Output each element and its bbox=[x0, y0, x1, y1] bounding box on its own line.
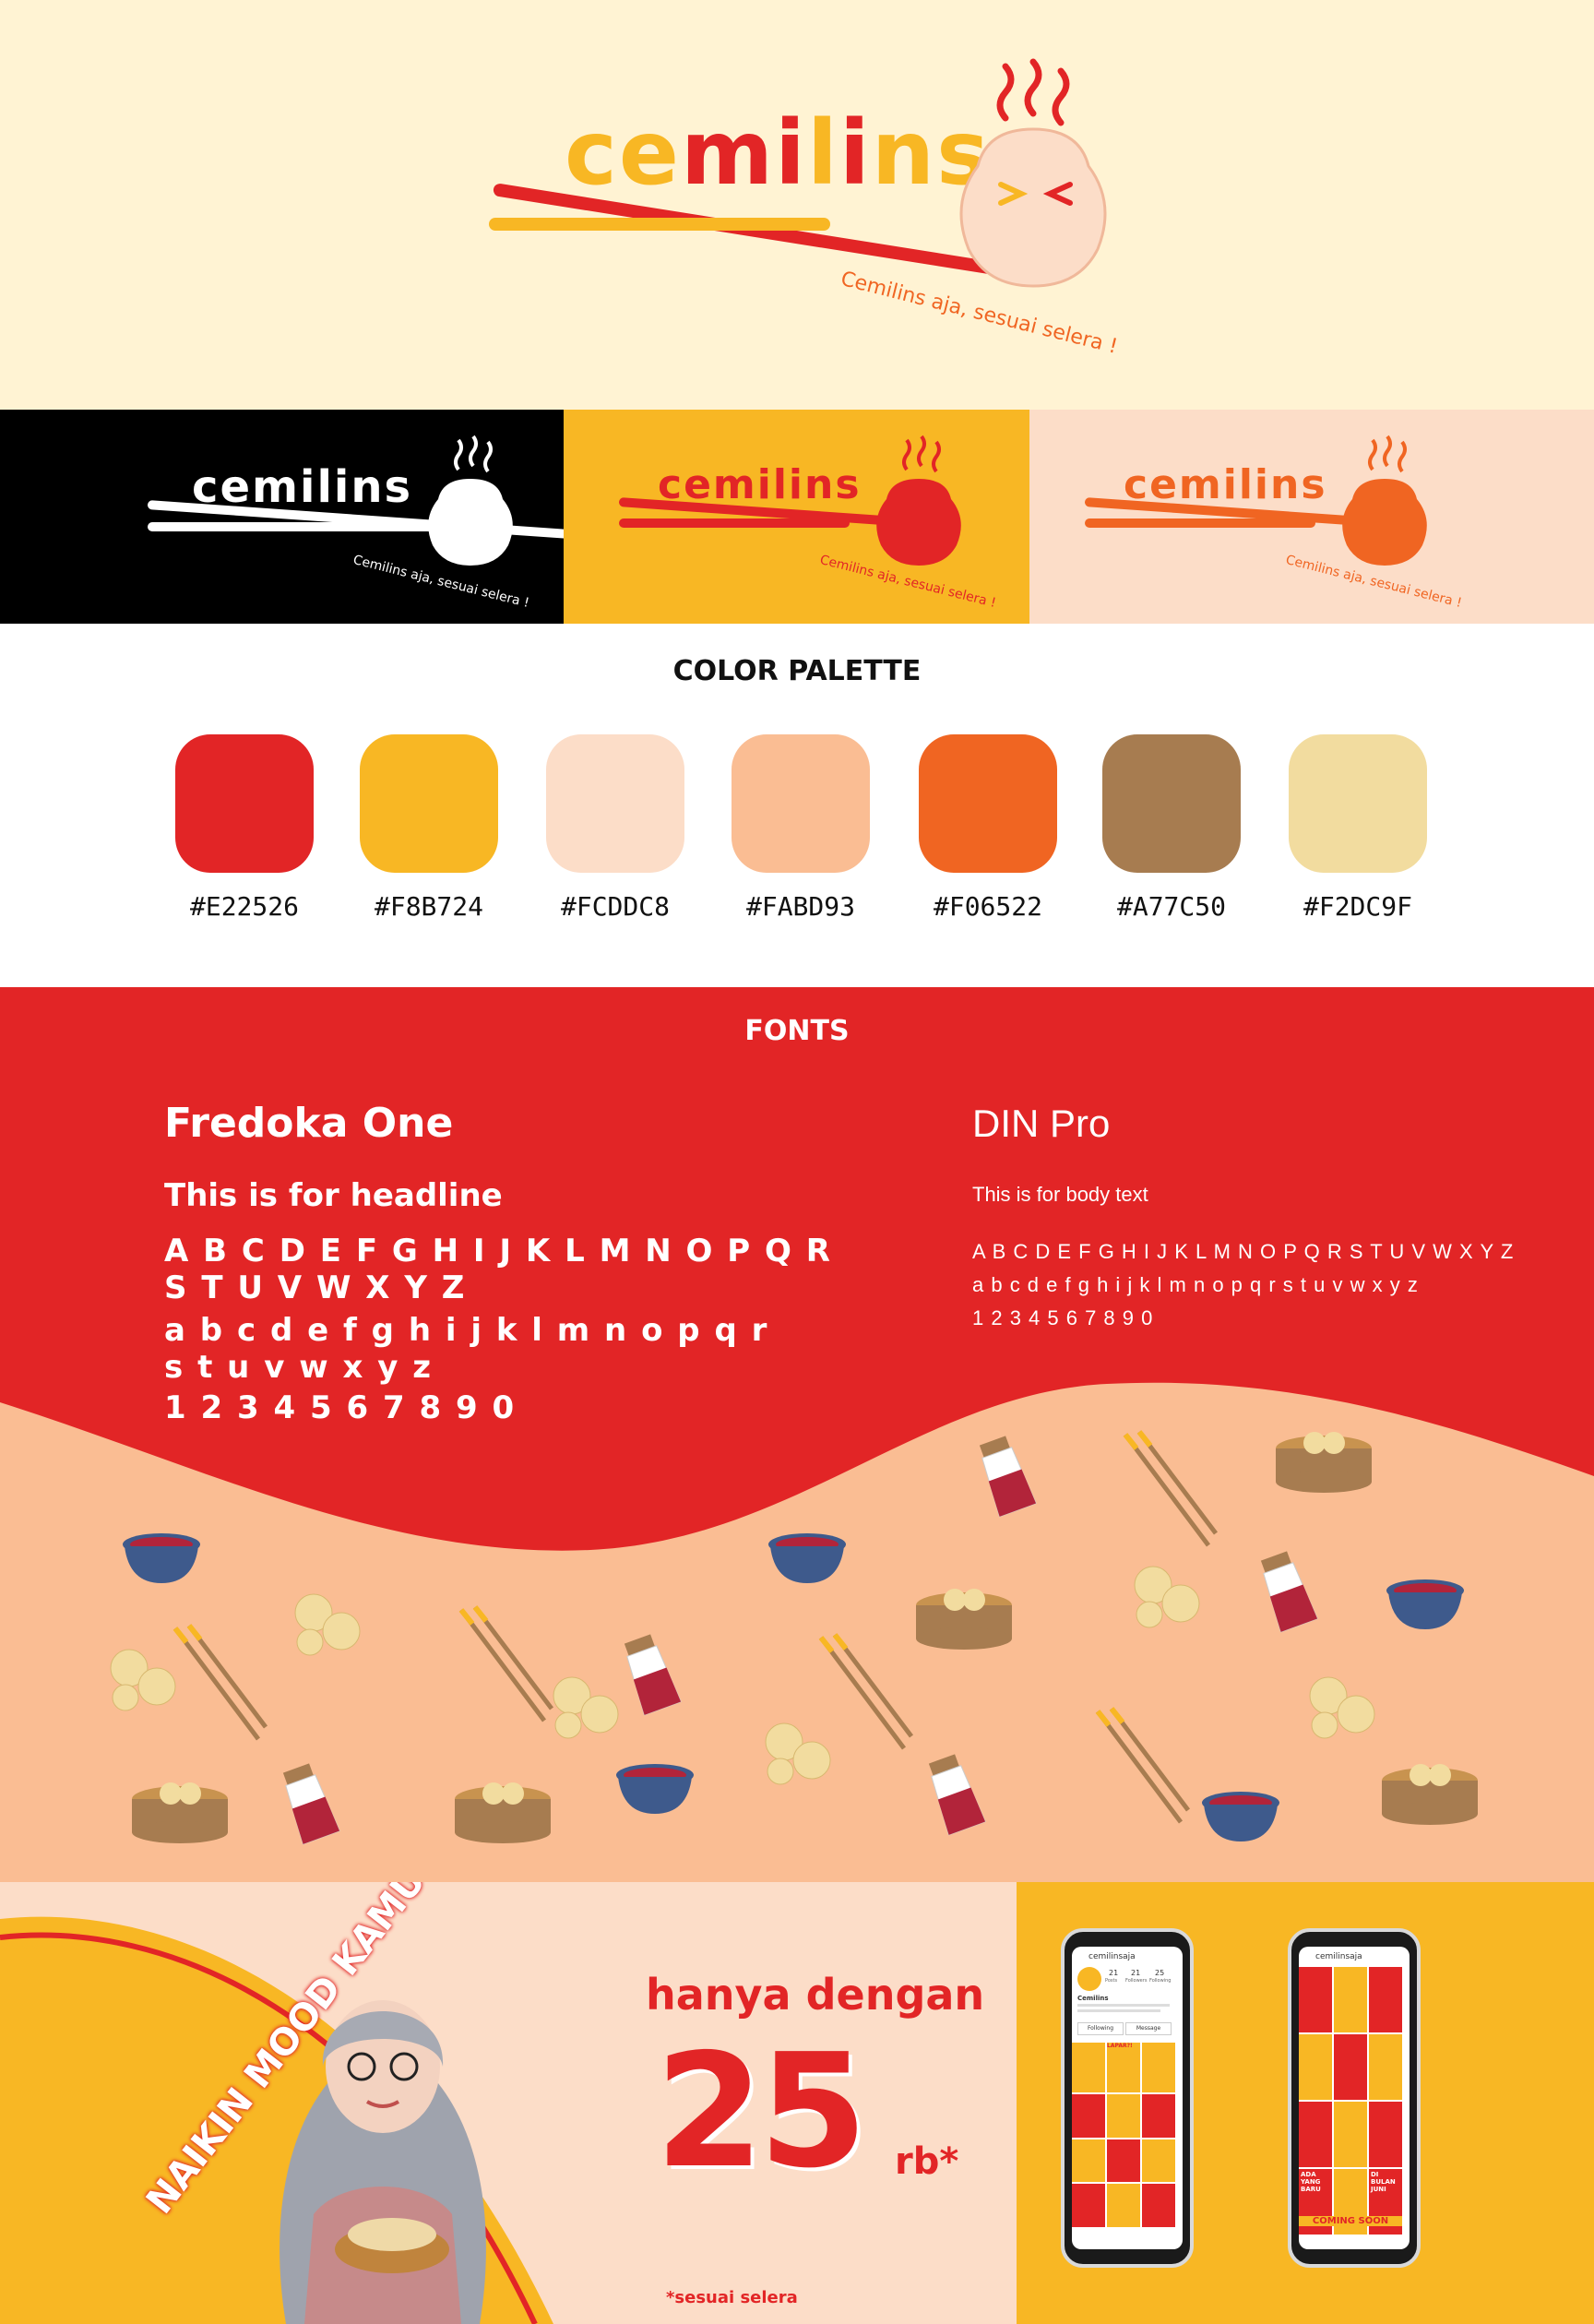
body-font-usage: This is for body text bbox=[972, 1183, 1148, 1206]
dumpling-icon bbox=[1342, 435, 1427, 566]
palette-title: COLOR PALETTE bbox=[672, 655, 922, 687]
sauce-bottle-icon bbox=[277, 1762, 341, 1849]
logo-wordmark: cemilins bbox=[565, 101, 992, 205]
feed-handle: cemilinsaja bbox=[1315, 1952, 1362, 1961]
price-unit: rb* bbox=[895, 2140, 959, 2183]
dumpling-icon bbox=[876, 435, 961, 566]
dumpling-icon bbox=[1301, 1670, 1384, 1747]
sauce-bottle-icon bbox=[618, 1633, 683, 1720]
phone-mockup-feed: cemilinsaja ADA YANG BARU DI BULAN JUNI … bbox=[1288, 1928, 1421, 2268]
profile-handle: cemilinsaja bbox=[1088, 1952, 1136, 1961]
promo-section: NAIKIN MOOD KAMU hanya dengan 25 rb* *se… bbox=[0, 1882, 1594, 2324]
sauce-bottle-icon bbox=[1255, 1550, 1319, 1637]
body-digits: 1 2 3 4 5 6 7 8 9 0 bbox=[972, 1306, 1154, 1329]
person-photo-illustration bbox=[280, 2000, 486, 2324]
price-intro: hanya dengan bbox=[646, 1970, 985, 2020]
sauce-bottle-icon bbox=[922, 1753, 987, 1840]
message-button[interactable]: Message bbox=[1125, 2022, 1172, 2035]
profile-avatar bbox=[1077, 1967, 1101, 1991]
headline-font-name: Fredoka One bbox=[164, 1100, 454, 1147]
promo-banner: NAIKIN MOOD KAMU hanya dengan 25 rb* *se… bbox=[0, 1882, 1017, 2324]
color-hex-label: #FCDDC8 bbox=[560, 891, 670, 922]
color-palette-section: COLOR PALETTE #E22526 #F8B724 #FCDDC8 #FABD… bbox=[0, 624, 1594, 987]
sauce-bowl-icon bbox=[120, 1531, 203, 1591]
bamboo-steamer-icon bbox=[913, 1578, 1015, 1655]
body-lowercase: a b c d e f g h i j k l m n o p q r s t … bbox=[972, 1273, 1419, 1296]
promo-footnote: *sesuai selera bbox=[666, 2288, 798, 2307]
sauce-bowl-icon bbox=[766, 1531, 849, 1591]
headline-uppercase-1: A B C D E F G H I J K L M N O P Q R bbox=[164, 1233, 832, 1269]
dumpling-icon bbox=[756, 1716, 839, 1794]
sauce-bowl-icon bbox=[1199, 1790, 1282, 1849]
logo-variant-black: cemilins Cemilins aja, sesuai selera ! bbox=[0, 410, 581, 624]
headline-font-usage: This is for headline bbox=[164, 1177, 503, 1214]
sauce-bowl-icon bbox=[613, 1762, 696, 1821]
color-hex-label: #E22526 bbox=[189, 891, 299, 922]
color-swatch bbox=[360, 734, 498, 873]
headline-lowercase-2: s t u v w x y z bbox=[164, 1349, 434, 1386]
chopsticks-icon bbox=[1088, 1707, 1190, 1830]
body-uppercase: A B C D E F G H I J K L M N O P Q R S T … bbox=[972, 1240, 1515, 1263]
dumpling-icon bbox=[428, 435, 513, 566]
headline-uppercase-2: S T U V W X Y Z bbox=[164, 1269, 467, 1306]
bamboo-steamer-icon bbox=[129, 1771, 231, 1849]
price-value: 25 bbox=[655, 2020, 868, 2203]
color-hex-label: #F8B724 bbox=[374, 891, 483, 922]
logo-variants: cemilins Cemilins aja, sesuai selera ! c… bbox=[0, 410, 1594, 624]
headline-digits: 1 2 3 4 5 6 7 8 9 0 bbox=[164, 1389, 517, 1426]
following-button[interactable]: Following bbox=[1077, 2022, 1124, 2035]
color-swatch bbox=[546, 734, 684, 873]
chopsticks-icon bbox=[1116, 1430, 1218, 1554]
body-font-name: DIN Pro bbox=[972, 1102, 1111, 1145]
bamboo-steamer-icon bbox=[1379, 1753, 1481, 1830]
headline-lowercase-1: a b c d e f g h i j k l m n o p q r bbox=[164, 1312, 769, 1349]
color-swatch bbox=[732, 734, 870, 873]
color-hex-label: #FABD93 bbox=[745, 891, 855, 922]
color-hex-label: #A77C50 bbox=[1116, 891, 1226, 922]
logo-variant-yellow: cemilins Cemilins aja, sesuai selera ! bbox=[564, 410, 1029, 624]
dumpling-icon bbox=[1125, 1559, 1208, 1637]
coming-soon-banner: COMING SOON bbox=[1299, 2216, 1402, 2226]
dumpling-icon bbox=[101, 1642, 184, 1720]
sauce-bowl-icon bbox=[1384, 1578, 1467, 1637]
fonts-section: FONTS Fredoka One This is for headline A… bbox=[0, 987, 1594, 1882]
chopsticks-icon bbox=[452, 1605, 553, 1729]
dumpling-icon bbox=[286, 1587, 369, 1664]
color-swatch bbox=[175, 734, 314, 873]
color-swatch bbox=[1102, 734, 1241, 873]
dumpling-mascot-icon bbox=[959, 58, 1107, 288]
sauce-bottle-icon bbox=[973, 1435, 1038, 1521]
logo-hero: cemilins Cemilins aja, sesuai selera ! bbox=[0, 0, 1594, 410]
fonts-title: FONTS bbox=[744, 1015, 850, 1047]
bamboo-steamer-icon bbox=[1273, 1421, 1374, 1498]
chopstick-yellow bbox=[489, 218, 830, 231]
dumpling-icon bbox=[544, 1670, 627, 1747]
logo-variant-peach: cemilins Cemilins aja, sesuai selera ! bbox=[1029, 410, 1594, 624]
phone-mockup-profile: cemilinsaja 21 21 25 Posts Followers Fol… bbox=[1061, 1928, 1194, 2268]
color-swatch bbox=[919, 734, 1057, 873]
color-hex-label: #F06522 bbox=[933, 891, 1042, 922]
color-hex-label: #F2DC9F bbox=[1303, 891, 1412, 922]
color-swatch bbox=[1289, 734, 1427, 873]
feed-grid: ADA YANG BARU DI BULAN JUNI bbox=[1299, 1967, 1402, 2235]
bamboo-steamer-icon bbox=[452, 1771, 553, 1849]
post-grid: LAPAR?! bbox=[1072, 2043, 1175, 2227]
